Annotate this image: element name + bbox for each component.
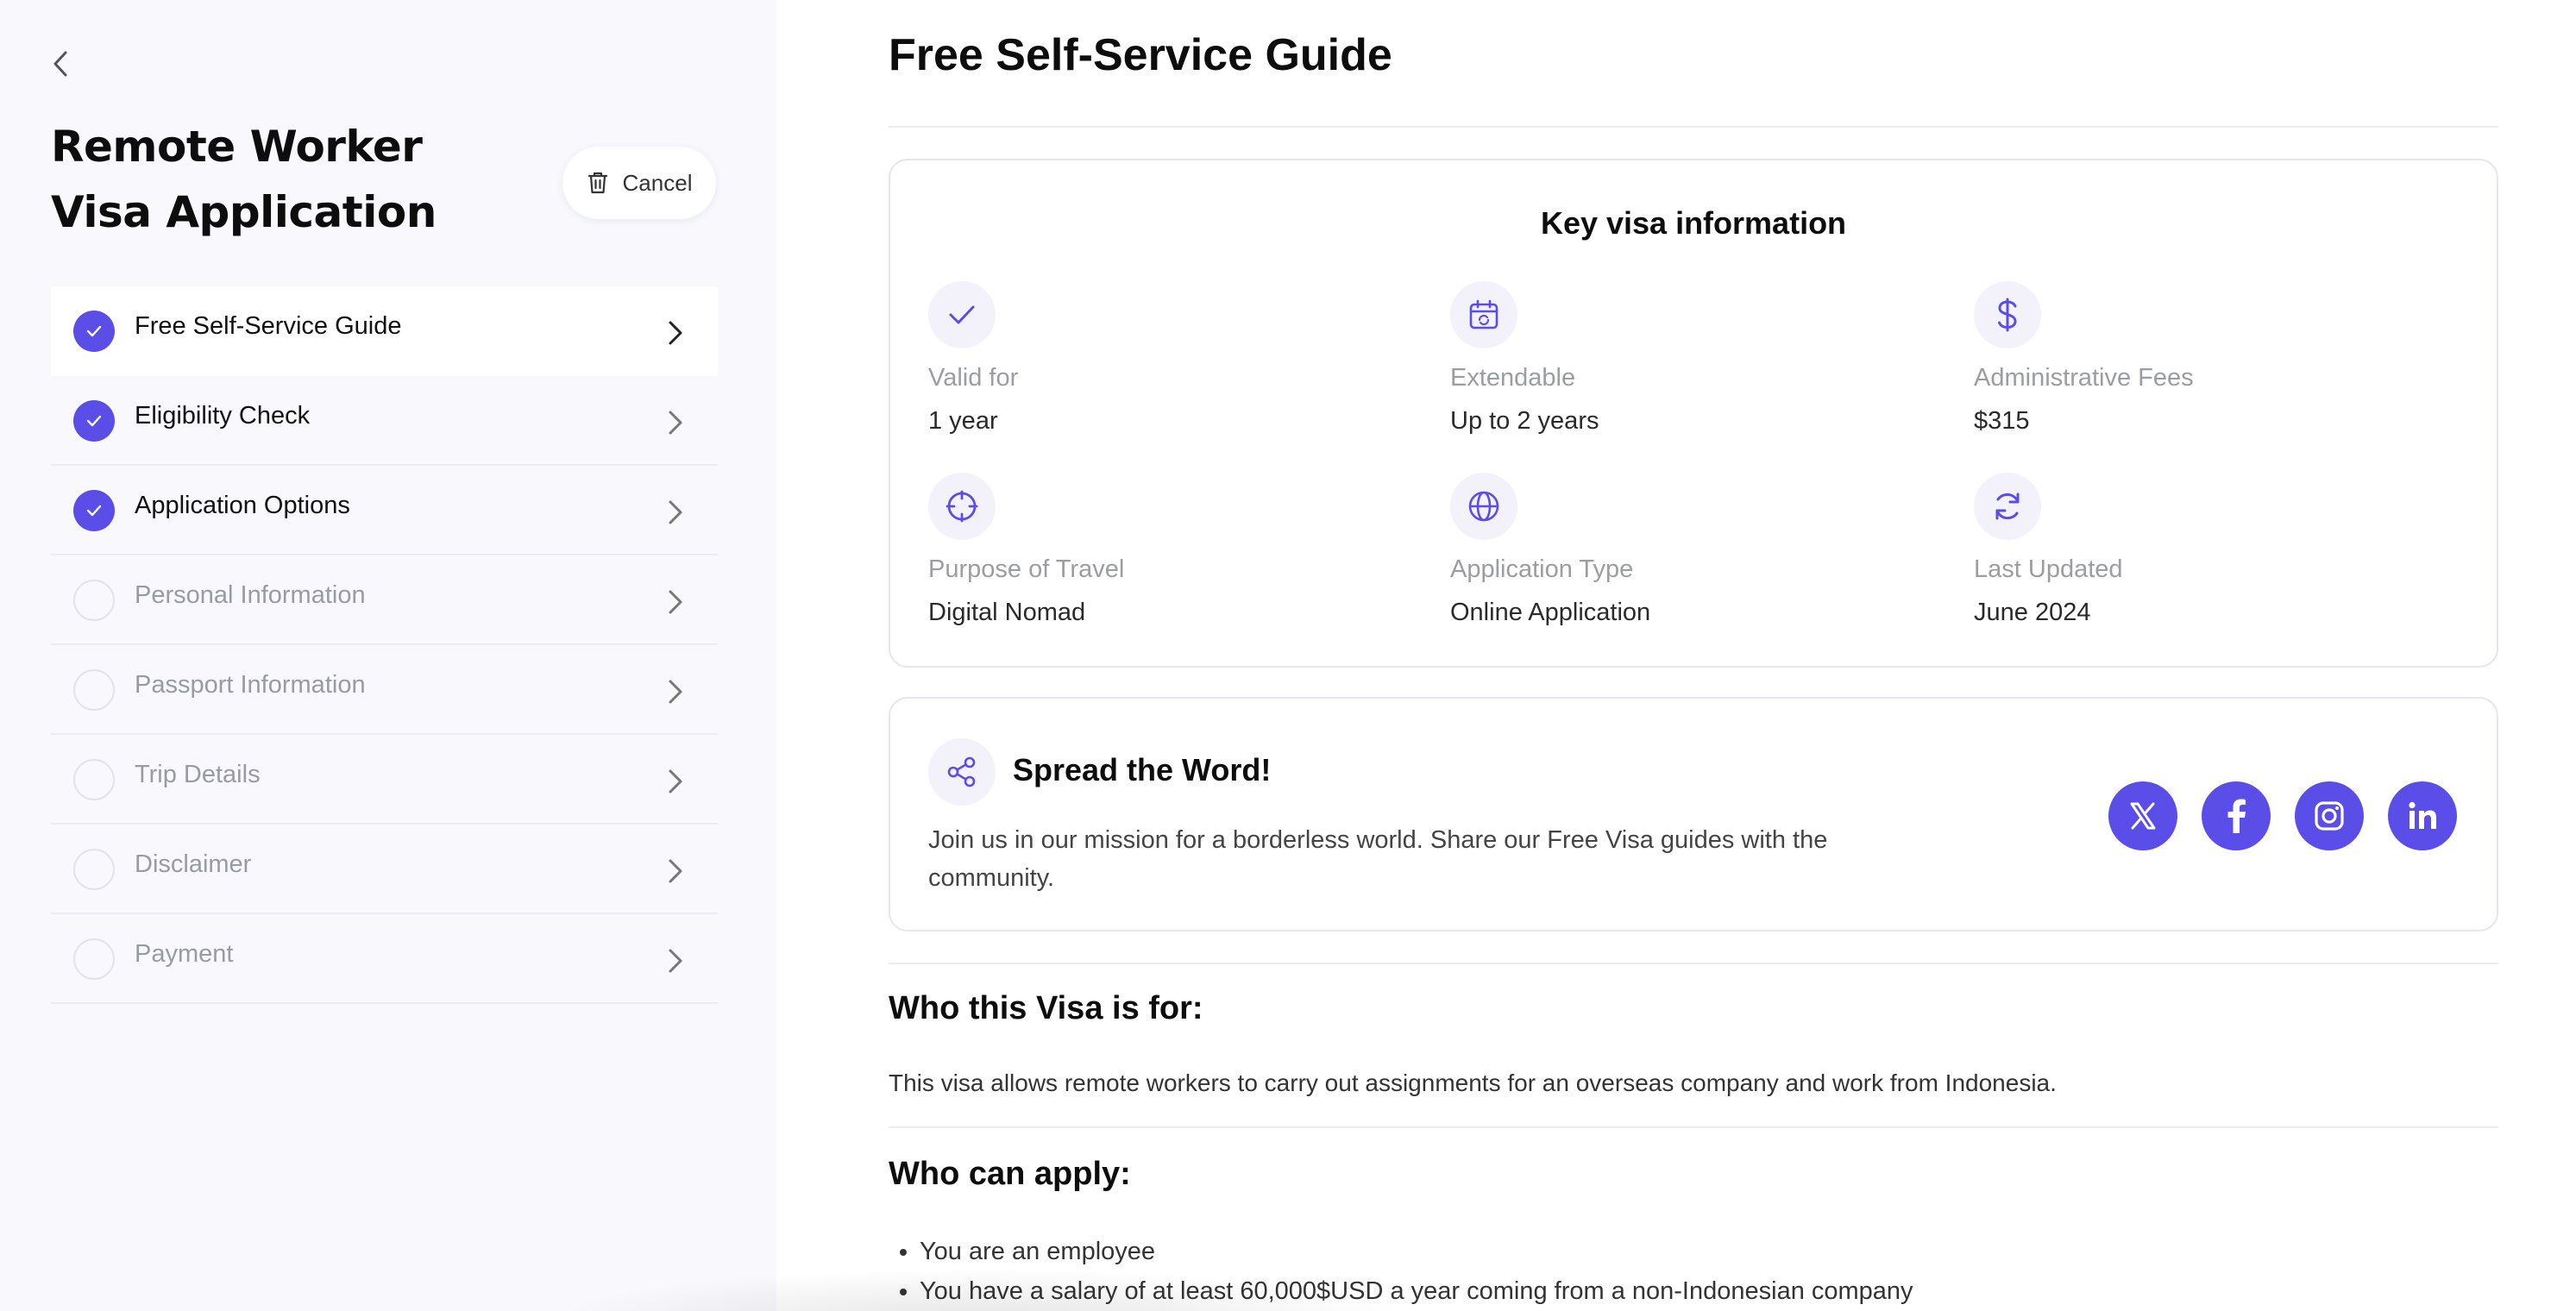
chevron-left-icon <box>53 51 67 77</box>
facebook-share-button[interactable] <box>2202 781 2271 850</box>
share-card: Spread the Word! Join us in our mission … <box>889 697 2498 932</box>
share-text: Join us in our mission for a borderless … <box>928 826 1828 892</box>
step-label: Trip Details <box>135 761 261 788</box>
step-personal-information[interactable]: Personal Information <box>51 555 718 645</box>
step-passport-information[interactable]: Passport Information <box>51 645 718 735</box>
info-label: Extendable <box>1450 364 1576 392</box>
step-label: Application Options <box>135 492 350 519</box>
linkedin-share-button[interactable] <box>2388 781 2457 850</box>
steps-list: Free Self-Service Guide Eligibility Chec… <box>51 286 718 1004</box>
step-label: Payment <box>135 940 234 968</box>
step-check-icon <box>73 490 115 531</box>
step-label: Passport Information <box>135 671 366 699</box>
calendar-refresh-icon <box>1450 281 1517 348</box>
step-label: Disclaimer <box>135 850 252 878</box>
list-item: You are an employee <box>920 1232 1913 1271</box>
divider <box>889 1126 2498 1128</box>
info-valid-for: Valid for 1 year <box>928 281 1411 438</box>
divider <box>889 963 2498 964</box>
info-label: Application Type <box>1450 555 1634 583</box>
globe-icon <box>1450 473 1517 540</box>
step-application-options[interactable]: Application Options <box>51 466 718 555</box>
info-administrative-fees: Administrative Fees $315 <box>1974 281 2457 438</box>
who-can-apply-list: You are an employee You have a salary of… <box>889 1232 1913 1311</box>
info-last-updated: Last Updated June 2024 <box>1974 473 2457 630</box>
list-item: You have a salary of at least 60,000$USD… <box>920 1271 1913 1311</box>
instagram-icon <box>2315 801 2344 831</box>
facebook-icon <box>2227 799 2246 833</box>
step-payment[interactable]: Payment <box>51 914 718 1004</box>
info-value: $315 <box>1974 407 2030 435</box>
info-extendable: Extendable Up to 2 years <box>1450 281 1933 438</box>
step-empty-circle-icon <box>73 938 115 980</box>
info-label: Valid for <box>928 364 1019 392</box>
step-label: Eligibility Check <box>135 402 311 430</box>
chevron-right-icon <box>669 949 682 973</box>
info-label: Purpose of Travel <box>928 555 1125 583</box>
x-share-button[interactable] <box>2108 781 2177 850</box>
step-eligibility-check[interactable]: Eligibility Check <box>51 376 718 466</box>
key-visa-info-card: Key visa information Valid for 1 year Ex… <box>889 159 2498 668</box>
instagram-share-button[interactable] <box>2295 781 2364 850</box>
x-icon <box>2130 802 2156 830</box>
step-check-icon <box>73 310 115 352</box>
sidebar: Remote Worker Visa Application Cancel Fr… <box>0 0 776 1311</box>
step-empty-circle-icon <box>73 759 115 800</box>
chevron-right-icon <box>669 500 682 524</box>
chevron-right-icon <box>669 680 682 704</box>
chevron-right-icon <box>669 321 682 345</box>
who-for-text: This visa allows remote workers to carry… <box>889 1070 2057 1096</box>
page-title: Free Self-Service Guide <box>889 30 1392 80</box>
step-trip-details[interactable]: Trip Details <box>51 735 718 825</box>
back-button[interactable] <box>45 48 76 79</box>
share-title: Spread the Word! <box>1013 752 1272 787</box>
info-value: Up to 2 years <box>1450 407 1599 435</box>
info-value: June 2024 <box>1974 599 2091 626</box>
refresh-icon <box>1974 473 2041 540</box>
dollar-icon <box>1974 281 2041 348</box>
step-check-icon <box>73 400 115 442</box>
divider <box>889 126 2498 128</box>
step-free-self-service-guide[interactable]: Free Self-Service Guide <box>51 286 718 376</box>
chevron-right-icon <box>669 411 682 435</box>
step-empty-circle-icon <box>73 669 115 711</box>
cancel-button[interactable]: Cancel <box>562 147 716 219</box>
step-label: Personal Information <box>135 581 366 609</box>
trash-icon <box>587 172 607 194</box>
chevron-right-icon <box>669 590 682 614</box>
info-value: Digital Nomad <box>928 599 1086 626</box>
chevron-right-icon <box>669 769 682 794</box>
chevron-right-icon <box>669 859 682 883</box>
info-label: Last Updated <box>1974 555 2123 583</box>
cancel-label: Cancel <box>622 169 693 196</box>
who-can-apply-heading: Who can apply: <box>889 1156 1131 1192</box>
info-value: 1 year <box>928 407 998 435</box>
check-icon <box>928 281 996 348</box>
step-disclaimer[interactable]: Disclaimer <box>51 825 718 914</box>
crosshair-icon <box>928 473 996 540</box>
info-application-type: Application Type Online Application <box>1450 473 1933 630</box>
share-icon <box>928 738 996 806</box>
step-empty-circle-icon <box>73 849 115 890</box>
step-empty-circle-icon <box>73 580 115 621</box>
key-info-heading: Key visa information <box>1540 205 1847 241</box>
linkedin-icon <box>2409 801 2436 829</box>
info-purpose-of-travel: Purpose of Travel Digital Nomad <box>928 473 1411 630</box>
who-for-heading: Who this Visa is for: <box>889 990 1203 1026</box>
application-title: Remote Worker Visa Application <box>51 122 437 237</box>
info-label: Administrative Fees <box>1974 364 2194 392</box>
info-value: Online Application <box>1450 599 1651 626</box>
step-label: Free Self-Service Guide <box>135 312 402 340</box>
